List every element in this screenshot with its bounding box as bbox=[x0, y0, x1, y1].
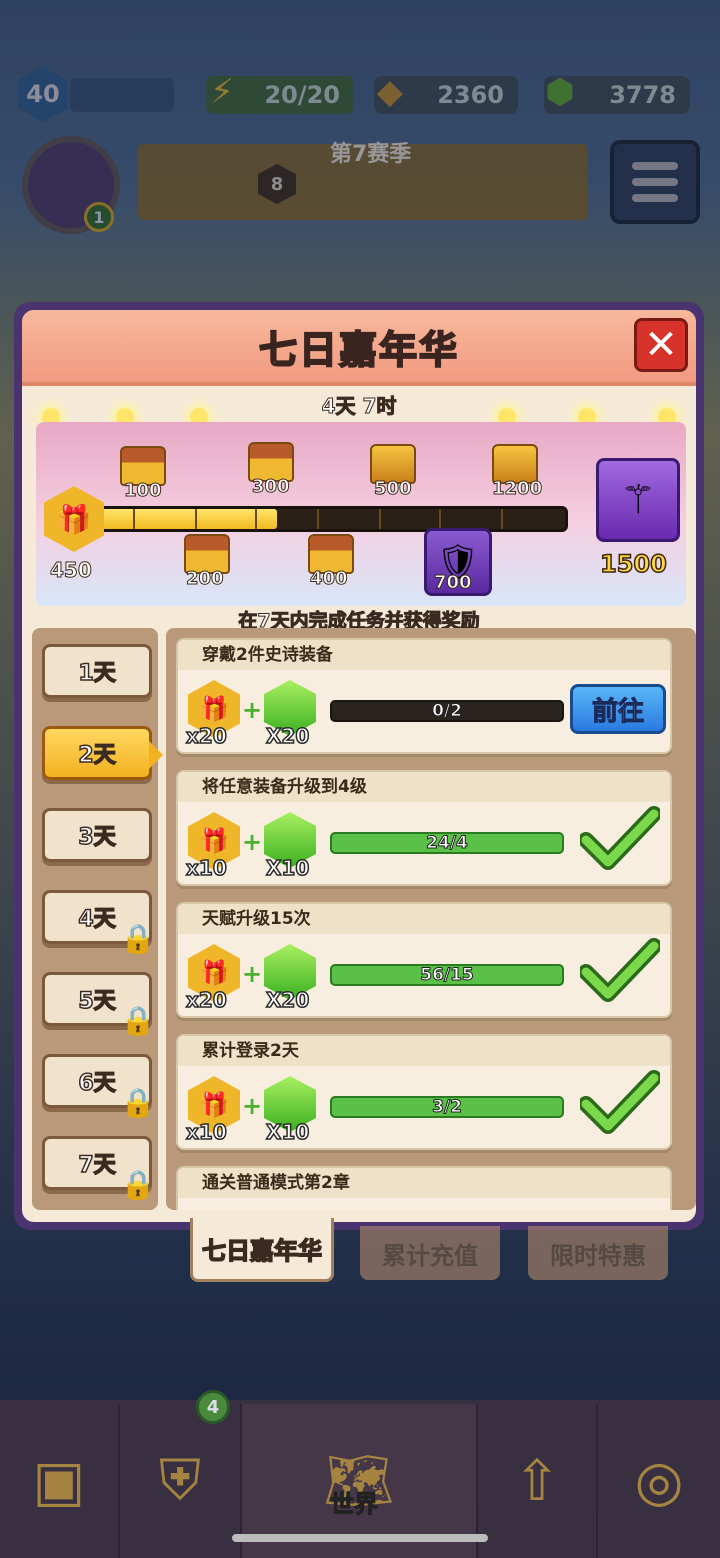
task-progress-text: 56/15 bbox=[420, 965, 475, 985]
day-label: 6天 bbox=[78, 1070, 117, 1097]
staff-icon[interactable]: ⚚ bbox=[596, 458, 680, 542]
points-value: 450 bbox=[50, 558, 93, 583]
equipment-badge: 4 bbox=[196, 1390, 230, 1424]
milestone-value: 500 bbox=[374, 478, 413, 500]
bar-divider bbox=[379, 509, 381, 529]
home-indicator bbox=[232, 1534, 488, 1542]
bar-divider bbox=[501, 509, 503, 529]
checkmark-icon bbox=[580, 938, 660, 1002]
nav-equipment[interactable]: ⛨ bbox=[120, 1404, 242, 1558]
task-card: 通关普通模式第2章 bbox=[176, 1166, 672, 1210]
task-card: 天赋升级15次 🎁 x20 + X20 56/15 bbox=[176, 902, 672, 1018]
day-label: 7天 bbox=[78, 1152, 117, 1179]
task-title: 将任意装备升级到4级 bbox=[178, 772, 670, 802]
task-progress: 56/15 bbox=[330, 964, 564, 986]
task-progress: 24/4 bbox=[330, 832, 564, 854]
day-label: 5天 bbox=[78, 988, 117, 1015]
up-arrow-icon: ⇧ bbox=[513, 1448, 561, 1514]
task-card: 累计登录2天 🎁 x10 + X10 3/2 bbox=[176, 1034, 672, 1150]
close-button[interactable]: ✕ bbox=[634, 318, 688, 372]
target-icon: ◎ bbox=[634, 1448, 684, 1514]
final-reward-value: 1500 bbox=[599, 549, 667, 579]
day-selector: 1天 2天 3天 4天 🔒 5天 🔒 6天 🔒 7天 🔒 bbox=[32, 628, 163, 1210]
task-title: 天赋升级15次 bbox=[178, 904, 670, 934]
treasure-chest-icon: ▣ bbox=[32, 1448, 86, 1514]
day-tab-4[interactable]: 4天 🔒 bbox=[42, 890, 156, 955]
task-card: 将任意装备升级到4级 🎁 x10 + X10 24/4 bbox=[176, 770, 672, 886]
reward-qty: X10 bbox=[265, 855, 310, 881]
panel-body: 七日嘉年华 ✕ 4天 7时 100 300 500 1200 🎁 450 200… bbox=[22, 310, 696, 1222]
plus-icon: + bbox=[242, 960, 263, 988]
bar-divider bbox=[195, 509, 197, 529]
day-tab-7[interactable]: 7天 🔒 bbox=[42, 1136, 156, 1201]
task-title: 通关普通模式第2章 bbox=[178, 1168, 670, 1198]
bar-divider bbox=[439, 509, 441, 529]
bar-divider bbox=[317, 509, 319, 529]
reward-qty: x20 bbox=[185, 987, 227, 1013]
nav-world-label: 世界 bbox=[330, 1490, 379, 1519]
panel-title: 七日嘉年华 bbox=[258, 327, 459, 373]
nav-upgrade[interactable]: ⇧ bbox=[478, 1404, 598, 1558]
milestone-value: 400 bbox=[310, 568, 349, 590]
plus-icon: + bbox=[242, 828, 263, 856]
reward-qty: X20 bbox=[265, 723, 310, 749]
lock-icon: 🔒 bbox=[120, 921, 156, 956]
milestone-value: 1200 bbox=[491, 478, 543, 500]
task-list[interactable]: 穿戴2件史诗装备 🎁 x20 + X20 0/2 前往 将任意装备升级到4级 🎁… bbox=[166, 628, 696, 1210]
milestone-value: 100 bbox=[124, 480, 163, 502]
milestone-value: 700 bbox=[434, 572, 473, 594]
task-progress-text: 24/4 bbox=[426, 833, 469, 853]
reward-qty: x20 bbox=[185, 723, 227, 749]
plus-icon: + bbox=[242, 696, 263, 724]
task-title: 穿戴2件史诗装备 bbox=[178, 640, 670, 670]
day-label: 4天 bbox=[78, 906, 117, 933]
milestone-value: 200 bbox=[186, 568, 225, 590]
lock-icon: 🔒 bbox=[120, 1085, 156, 1120]
day-tab-6[interactable]: 6天 🔒 bbox=[42, 1054, 156, 1119]
checkmark-icon bbox=[580, 806, 660, 870]
panel-header: 七日嘉年华 bbox=[22, 310, 696, 386]
bar-divider bbox=[133, 509, 135, 529]
nav-shop[interactable]: ▣ bbox=[0, 1404, 120, 1558]
bar-divider bbox=[255, 509, 257, 529]
day-label: 3天 bbox=[78, 824, 117, 851]
task-progress-text: 0/2 bbox=[432, 701, 463, 721]
reward-qty: X20 bbox=[265, 987, 310, 1013]
lock-icon: 🔒 bbox=[120, 1167, 156, 1202]
lock-icon: 🔒 bbox=[120, 1003, 156, 1038]
day-tab-1[interactable]: 1天 bbox=[42, 644, 152, 698]
milestone-progress-bar bbox=[82, 506, 568, 532]
plus-icon: + bbox=[242, 1092, 263, 1120]
armor-icon: ⛨ bbox=[159, 1448, 201, 1513]
selected-arrow-icon bbox=[149, 741, 163, 769]
reward-qty: x10 bbox=[185, 855, 227, 881]
reward-qty: x10 bbox=[185, 1119, 227, 1145]
carnival-panel: 七日嘉年华 ✕ 4天 7时 100 300 500 1200 🎁 450 200… bbox=[14, 302, 704, 1230]
day-tab-3[interactable]: 3天 bbox=[42, 808, 152, 862]
nav-events[interactable]: ◎ bbox=[598, 1404, 720, 1558]
day-tab-2[interactable]: 2天 bbox=[42, 726, 163, 780]
bottom-tabs: 七日嘉年华 累计充值 限时特惠 bbox=[190, 1218, 680, 1284]
checkmark-icon bbox=[580, 1070, 660, 1134]
task-card: 穿戴2件史诗装备 🎁 x20 + X20 0/2 前往 bbox=[176, 638, 672, 754]
go-button[interactable]: 前往 bbox=[570, 684, 666, 734]
day-label: 2天 bbox=[78, 742, 117, 769]
task-progress-text: 3/2 bbox=[432, 1097, 463, 1117]
tab-limited-offer[interactable]: 限时特惠 bbox=[528, 1226, 668, 1280]
day-label: 1天 bbox=[78, 660, 117, 687]
milestone-value: 300 bbox=[252, 476, 291, 498]
day-tab-5[interactable]: 5天 🔒 bbox=[42, 972, 156, 1037]
reward-qty: X10 bbox=[265, 1119, 310, 1145]
task-progress: 0/2 bbox=[330, 700, 564, 722]
task-title: 累计登录2天 bbox=[178, 1036, 670, 1066]
milestone-progress-fill bbox=[85, 509, 277, 529]
tab-recharge[interactable]: 累计充值 bbox=[360, 1226, 500, 1280]
tab-carnival[interactable]: 七日嘉年华 bbox=[190, 1218, 334, 1282]
task-progress: 3/2 bbox=[330, 1096, 564, 1118]
